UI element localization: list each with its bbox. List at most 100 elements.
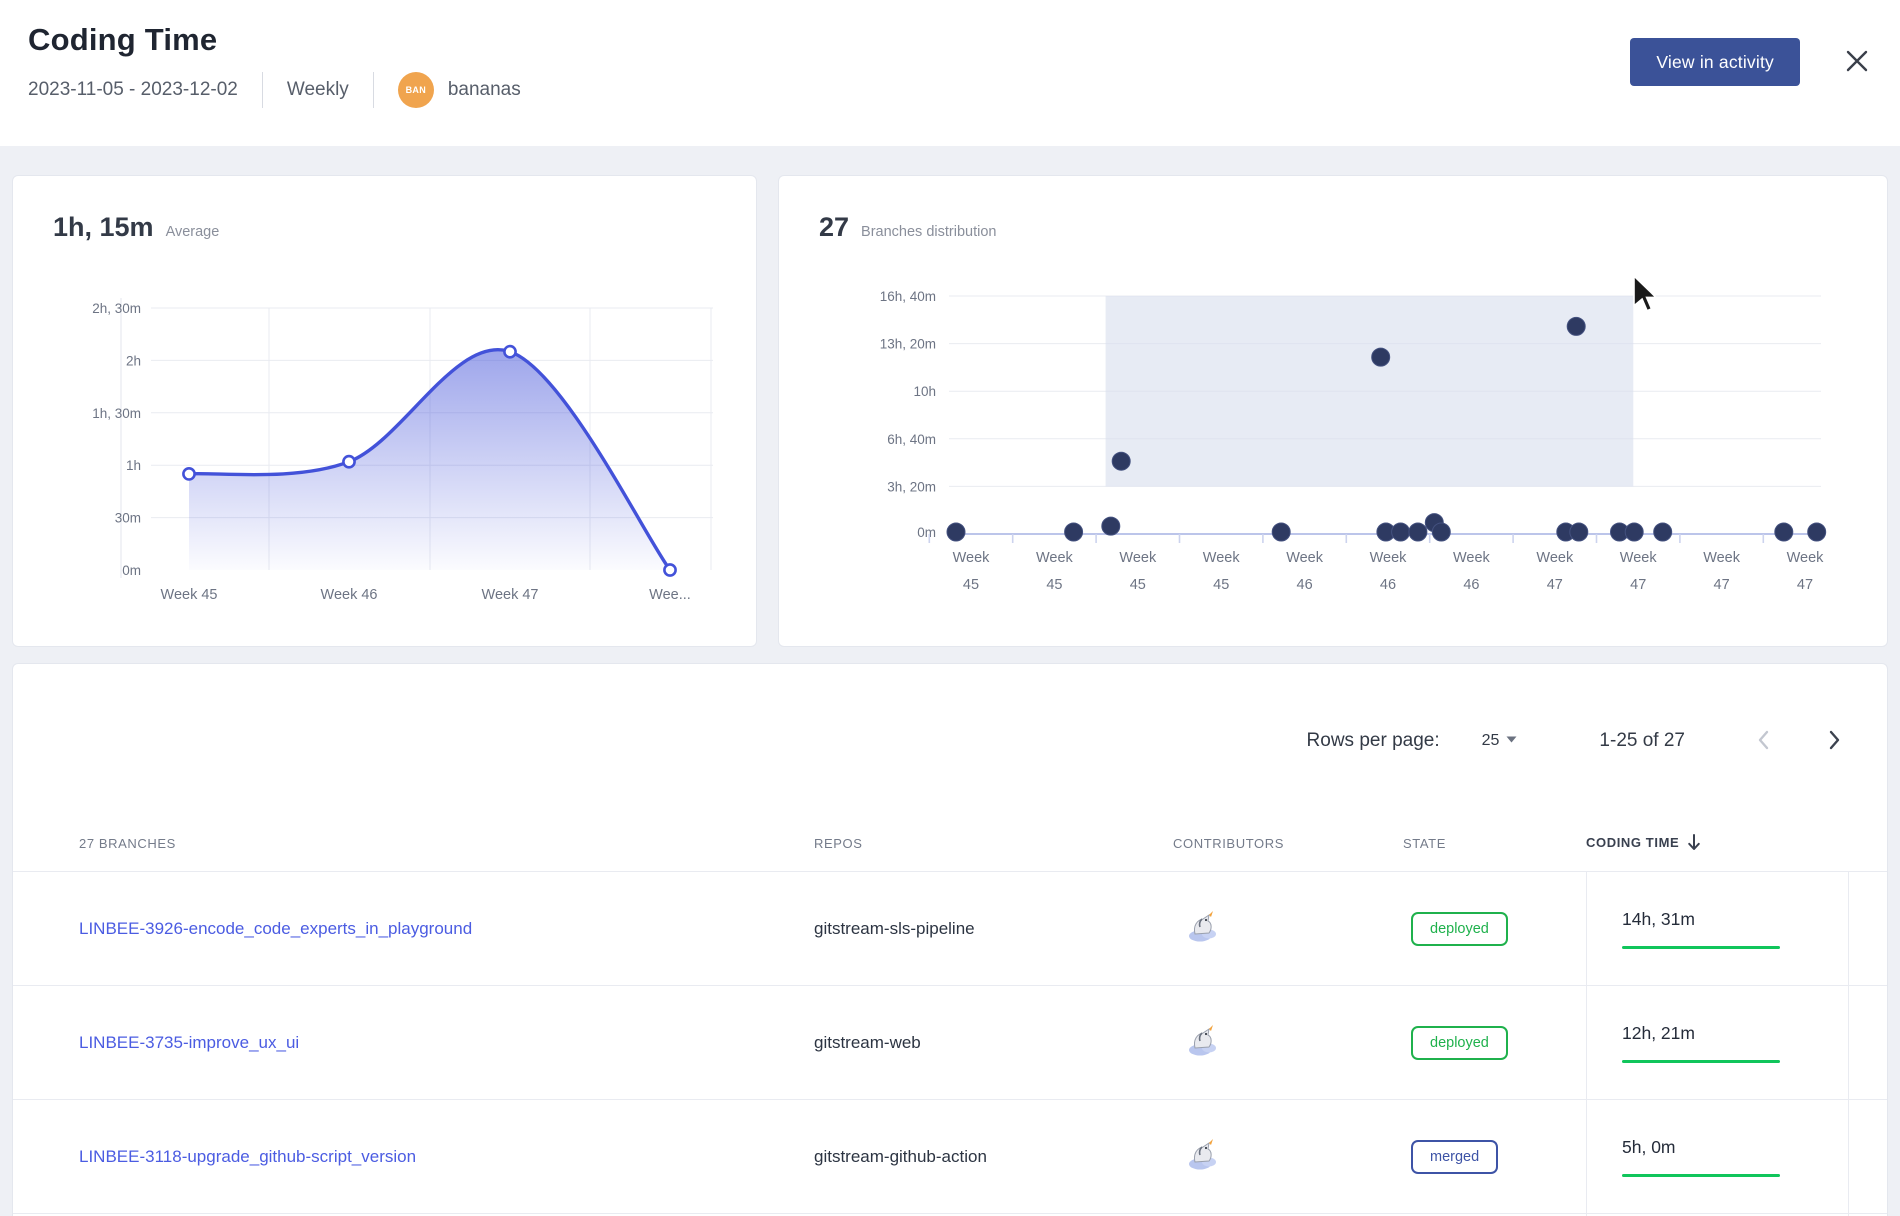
svg-text:2h, 30m: 2h, 30m <box>92 301 141 316</box>
svg-text:45: 45 <box>963 577 979 593</box>
svg-text:45: 45 <box>1130 577 1146 593</box>
repo-name: gitstream-web <box>814 1033 1173 1053</box>
svg-text:Week: Week <box>1703 550 1741 566</box>
column-header-branches[interactable]: 27 BRANCHES <box>79 836 814 851</box>
svg-text:Week: Week <box>1203 550 1241 566</box>
svg-text:Week: Week <box>1620 550 1658 566</box>
page-title: Coding Time <box>28 22 521 58</box>
average-label: Average <box>166 224 220 240</box>
svg-text:Week: Week <box>1036 550 1074 566</box>
column-header-contributors[interactable]: CONTRIBUTORS <box>1173 836 1403 851</box>
branch-link[interactable]: LINBEE-3118-upgrade_github-script_versio… <box>79 1147 416 1166</box>
svg-text:46: 46 <box>1297 577 1313 593</box>
svg-text:Week: Week <box>1787 550 1825 566</box>
coding-time-cell: 14h, 31m <box>1586 872 1849 985</box>
rows-per-page-select[interactable]: 25 <box>1482 732 1518 750</box>
branches-count: 27 <box>819 212 849 243</box>
branches-distribution-scatter-chart: 16h, 40m 13h, 20m 10h 6h, 40m 3h, 20m 0m Week 4… <box>779 176 1887 646</box>
svg-text:16h, 40m: 16h, 40m <box>880 289 936 304</box>
previous-page-button[interactable] <box>1751 724 1776 759</box>
svg-text:1h, 30m: 1h, 30m <box>92 406 141 421</box>
rows-per-page-value: 25 <box>1482 732 1500 750</box>
coding-time-value: 12h, 21m <box>1622 1023 1848 1044</box>
state-badge: deployed <box>1411 912 1508 946</box>
svg-text:Week: Week <box>1370 550 1408 566</box>
close-icon <box>1844 48 1870 74</box>
svg-text:47: 47 <box>1547 577 1563 593</box>
user-name: bananas <box>448 79 521 101</box>
caret-down-icon <box>1506 736 1517 743</box>
mouse-cursor <box>1634 276 1656 311</box>
svg-text:46: 46 <box>1463 577 1479 593</box>
view-in-activity-button[interactable]: View in activity <box>1630 38 1800 86</box>
svg-text:46: 46 <box>1380 577 1396 593</box>
svg-text:Week 45: Week 45 <box>161 587 218 603</box>
svg-text:45: 45 <box>1213 577 1229 593</box>
svg-text:Week: Week <box>1453 550 1491 566</box>
branch-link[interactable]: LINBEE-3926-encode_code_experts_in_playg… <box>79 919 472 938</box>
svg-text:Week 47: Week 47 <box>482 587 539 603</box>
divider <box>373 72 374 108</box>
svg-text:1h: 1h <box>126 458 141 473</box>
svg-text:10h: 10h <box>913 384 936 399</box>
coding-time-cell: 12h, 21m <box>1586 986 1849 1099</box>
column-header-coding-time[interactable]: CODING TIME <box>1586 834 1849 851</box>
svg-text:0m: 0m <box>917 525 936 540</box>
table-row: LINBEE-3926-encode_code_experts_in_playg… <box>13 872 1887 986</box>
svg-text:Week: Week <box>1286 550 1324 566</box>
column-header-repos[interactable]: REPOS <box>814 836 1173 851</box>
contributor-cell <box>1173 908 1403 949</box>
unicorn-avatar[interactable] <box>1185 908 1221 944</box>
column-header-state[interactable]: STATE <box>1403 836 1586 851</box>
branches-distribution-label: Branches distribution <box>861 224 996 240</box>
svg-text:Wee...: Wee... <box>649 587 691 603</box>
svg-text:47: 47 <box>1714 577 1730 593</box>
title-block: Coding Time 2023-11-05 - 2023-12-02 Week… <box>28 22 521 108</box>
close-button[interactable] <box>1840 44 1874 81</box>
user-avatar: BAN <box>398 72 434 108</box>
svg-text:3h, 20m: 3h, 20m <box>887 479 936 494</box>
coding-time-bar <box>1622 1060 1780 1063</box>
table-body: LINBEE-3926-encode_code_experts_in_playg… <box>13 872 1887 1216</box>
unicorn-avatar[interactable] <box>1185 1136 1221 1172</box>
branch-link[interactable]: LINBEE-3735-improve_ux_ui <box>79 1033 299 1052</box>
top-header: Coding Time 2023-11-05 - 2023-12-02 Week… <box>0 0 1900 146</box>
branches-distribution-card: 16h, 40m 13h, 20m 10h 6h, 40m 3h, 20m 0m Week 4… <box>778 175 1888 647</box>
unicorn-avatar[interactable] <box>1185 1022 1221 1058</box>
repo-name: gitstream-sls-pipeline <box>814 919 1173 939</box>
svg-text:0m: 0m <box>122 563 141 578</box>
divider <box>262 72 263 108</box>
pagination-bar: Rows per page: 25 1-25 of 27 <box>13 710 1887 772</box>
svg-text:47: 47 <box>1797 577 1813 593</box>
svg-text:2h: 2h <box>126 353 141 368</box>
coding-time-value: 5h, 0m <box>1622 1137 1848 1158</box>
date-range: 2023-11-05 - 2023-12-02 <box>28 79 238 101</box>
next-page-button[interactable] <box>1822 724 1847 759</box>
state-badge: deployed <box>1411 1026 1508 1060</box>
coding-time-value: 14h, 31m <box>1622 909 1848 930</box>
coding-time-line-chart: 2h, 30m 2h 1h, 30m 1h 30m 0m Week 45 Week 46 Wee… <box>13 176 756 646</box>
coding-time-bar <box>1622 946 1780 949</box>
table-row: LINBEE-3735-improve_ux_ui gitstream-web … <box>13 986 1887 1100</box>
repo-name: gitstream-github-action <box>814 1147 1173 1167</box>
svg-text:13h, 20m: 13h, 20m <box>880 337 936 352</box>
chevron-right-icon <box>1828 730 1841 750</box>
average-coding-time-card: 2h, 30m 2h 1h, 30m 1h 30m 0m Week 45 Week 46 Wee… <box>12 175 757 647</box>
svg-text:6h, 40m: 6h, 40m <box>887 432 936 447</box>
period-label: Weekly <box>287 79 349 101</box>
contributor-cell <box>1173 1136 1403 1177</box>
average-value: 1h, 15m <box>53 212 154 243</box>
coding-time-cell: 5h, 0m <box>1586 1100 1849 1213</box>
svg-text:Week: Week <box>1536 550 1574 566</box>
svg-text:Week 46: Week 46 <box>321 587 378 603</box>
sort-desc-arrow-icon <box>1687 834 1701 851</box>
table-row: LINBEE-3118-upgrade_github-script_versio… <box>13 1100 1887 1214</box>
state-badge: merged <box>1411 1140 1498 1174</box>
svg-text:45: 45 <box>1046 577 1062 593</box>
svg-text:Week: Week <box>1119 550 1157 566</box>
svg-text:47: 47 <box>1630 577 1646 593</box>
chevron-left-icon <box>1757 730 1770 750</box>
svg-text:30m: 30m <box>115 511 141 526</box>
contributor-cell <box>1173 1022 1403 1063</box>
pagination-range: 1-25 of 27 <box>1599 730 1685 752</box>
